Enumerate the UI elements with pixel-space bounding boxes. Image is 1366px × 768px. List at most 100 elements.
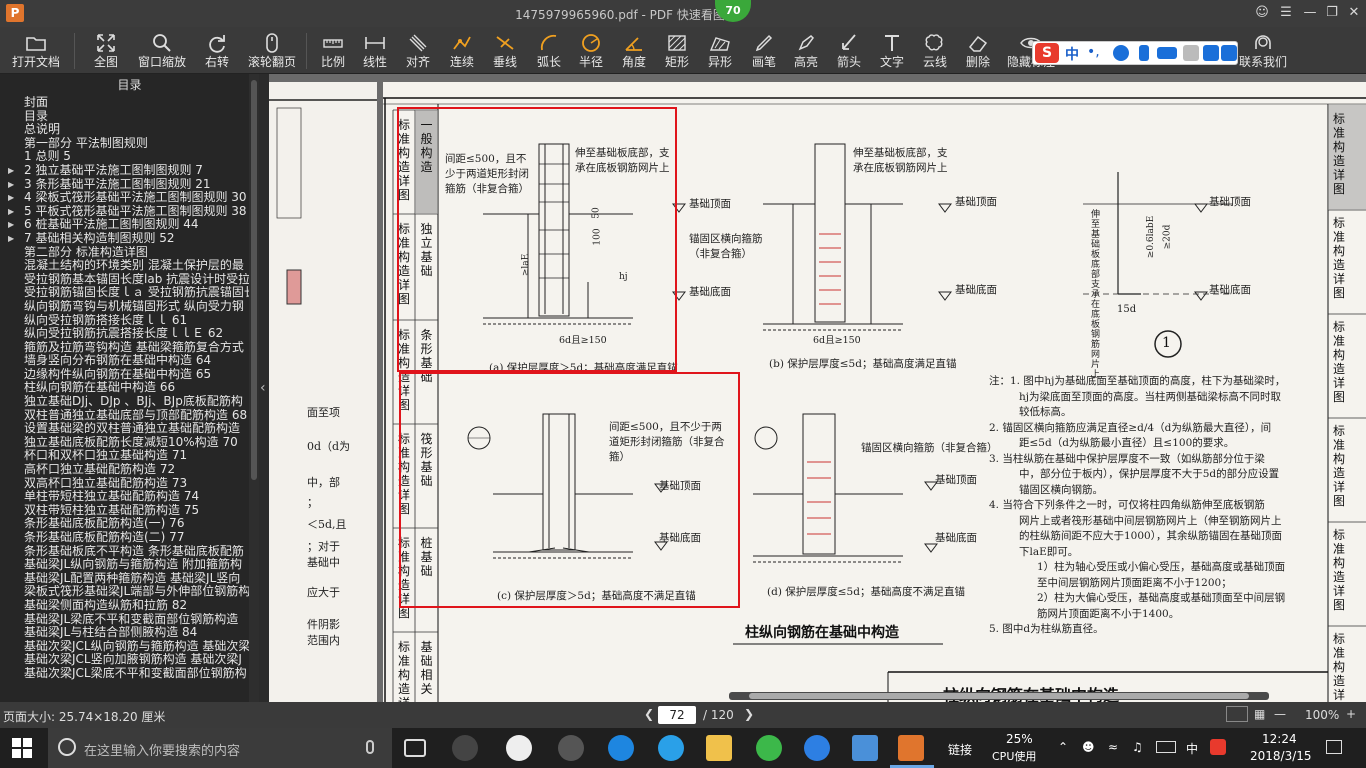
side-tab-label[interactable]: 标准构造详图 xyxy=(1328,528,1350,612)
toc-item[interactable]: 目录 xyxy=(0,110,259,124)
expand-triangle-icon[interactable]: ▶ xyxy=(8,164,14,178)
prev-page-icon[interactable]: ❮ xyxy=(644,707,654,721)
link-label[interactable]: 链接 xyxy=(948,741,972,758)
expand-triangle-icon[interactable]: ▶ xyxy=(8,178,14,192)
menu-icon[interactable]: ☰ xyxy=(1276,4,1296,22)
windows-start-icon[interactable] xyxy=(12,738,32,758)
toc-item[interactable]: 杯口和双杯口独立基础构造 71 xyxy=(0,449,259,463)
expand-triangle-icon[interactable]: ▶ xyxy=(8,191,14,205)
red-annotation-box[interactable] xyxy=(399,372,740,608)
text-button[interactable]: 文字 xyxy=(872,29,912,73)
internet-explorer-icon[interactable] xyxy=(658,735,684,761)
taskbar-search[interactable]: 在这里输入你要搜索的内容 xyxy=(48,728,392,768)
expand-triangle-icon[interactable]: ▶ xyxy=(8,218,14,232)
toc-item[interactable]: 双柱带短柱独立基础配筋构造 75 xyxy=(0,504,259,518)
toc-item[interactable]: 柱纵向钢筋在基础中构造 66 xyxy=(0,381,259,395)
continuous-button[interactable]: 连续 xyxy=(442,29,482,73)
close-button[interactable]: ✕ xyxy=(1344,4,1364,22)
sogou-browser-icon[interactable] xyxy=(804,735,830,761)
side-tab-label[interactable]: 基础相关 xyxy=(415,640,438,696)
user-icon[interactable]: ☺ xyxy=(1252,4,1272,22)
side-tab-label[interactable]: 标准构造详图 xyxy=(393,640,415,702)
file-explorer-icon[interactable] xyxy=(706,735,732,761)
align-button[interactable]: 对齐 xyxy=(398,29,438,73)
toc-item[interactable]: 基础梁侧面构造纵筋和拉筋 82 xyxy=(0,599,259,613)
toc-scrollbar[interactable] xyxy=(249,74,259,702)
irregular-button[interactable]: 异形 xyxy=(700,29,740,73)
wrench-icon[interactable] xyxy=(1221,45,1237,61)
sogou-tray-icon[interactable] xyxy=(1210,739,1226,755)
highlight-button[interactable]: 高亮 xyxy=(784,29,828,73)
toc-item[interactable]: 条形基础底板配筋构造(一) 76 xyxy=(0,517,259,531)
toc-item[interactable]: 基础次梁JCL梁底不平和变截面部位钢筋构 xyxy=(0,667,259,681)
360-browser-icon[interactable] xyxy=(558,735,584,761)
zoom-out-icon[interactable]: — xyxy=(1274,707,1286,721)
arrow-button[interactable]: 箭头 xyxy=(830,29,868,73)
zoom-in-icon[interactable]: + xyxy=(1346,707,1356,721)
single-page-view-icon[interactable] xyxy=(1226,706,1248,722)
delete-button[interactable]: 删除 xyxy=(958,29,998,73)
side-tab-label[interactable]: 标准构造详图 xyxy=(1328,216,1350,300)
side-tab-label[interactable]: 标准构造详图 xyxy=(1328,112,1350,196)
page-number-input[interactable]: 72 xyxy=(658,706,696,724)
ie-alt-icon[interactable] xyxy=(506,735,532,761)
toc-item[interactable]: 墙身竖向分布钢筋在基础中构造 64 xyxy=(0,354,259,368)
toc-item[interactable]: 高杯口独立基础配筋构造 72 xyxy=(0,463,259,477)
tray-expand-icon[interactable]: ⌃ xyxy=(1058,740,1068,754)
toc-item[interactable]: ▶ 4 梁板式筏形基础平法施工图制图规则 30 xyxy=(0,191,259,205)
mic-icon[interactable] xyxy=(366,740,374,754)
toc-item[interactable]: ▶ 6 桩基础平法施工图制图规则 44 xyxy=(0,218,259,232)
people-icon[interactable]: ☻ xyxy=(1082,740,1095,754)
linear-button[interactable]: 线性 xyxy=(356,29,394,73)
window-zoom-button[interactable]: 窗口缩放 xyxy=(134,29,190,73)
toc-item[interactable]: 第一部分 平法制图规则 xyxy=(0,137,259,151)
arc-length-button[interactable]: 弧长 xyxy=(528,29,570,73)
security-app-icon[interactable] xyxy=(756,735,782,761)
toc-item[interactable]: ▶ 3 条形基础平法施工图制图规则 21 xyxy=(0,178,259,192)
toc-item[interactable]: 单柱带短柱独立基础配筋构造 74 xyxy=(0,490,259,504)
pen-button[interactable]: 画笔 xyxy=(744,29,784,73)
edge-icon[interactable] xyxy=(608,735,634,761)
toc-item[interactable]: 双高杯口独立基础配筋构造 73 xyxy=(0,477,259,491)
scroll-page-button[interactable]: 滚轮翻页 xyxy=(244,29,300,73)
collapse-chevron-icon[interactable]: ‹ xyxy=(260,380,266,396)
toc-item[interactable]: 纵向受拉钢筋搭接长度ｌｌ 61 xyxy=(0,314,259,328)
toc-item[interactable]: 封面 xyxy=(0,96,259,110)
toc-item[interactable]: ▶ 5 平板式筏形基础平法施工图制图规则 38 xyxy=(0,205,259,219)
angle-button[interactable]: 角度 xyxy=(614,29,654,73)
toc-item[interactable]: 基础梁JL与柱结合部侧腋构造 84 xyxy=(0,626,259,640)
toc-item[interactable]: 受拉钢筋锚固长度ｌａ 受拉钢筋抗震锚固长 xyxy=(0,286,259,300)
ime-indicator[interactable]: 中 xyxy=(1186,740,1198,757)
radius-button[interactable]: 半径 xyxy=(572,29,610,73)
minimize-button[interactable]: — xyxy=(1300,4,1320,22)
toc-item[interactable]: 双柱普通独立基础底部与顶部配筋构造 68 xyxy=(0,409,259,423)
toc-item[interactable]: 基础次梁JCL竖向加腋钢筋构造 基础次梁J xyxy=(0,653,259,667)
side-tab-label[interactable]: 标准构造详图 xyxy=(1328,632,1350,702)
horizontal-scroll-thumb[interactable] xyxy=(749,693,1249,699)
toc-scroll-thumb[interactable] xyxy=(251,80,257,480)
pinwheel-app-icon[interactable] xyxy=(452,735,478,761)
toc-item[interactable]: 梁板式筏形基础梁JL端部与外伸部位钢筋构 xyxy=(0,585,259,599)
emoji-icon[interactable] xyxy=(1113,45,1129,61)
toc-item[interactable]: 独立基础底板配筋长度减短10%构造 70 xyxy=(0,436,259,450)
keyboard-icon[interactable] xyxy=(1157,47,1177,59)
toc-item[interactable]: ▶ 2 独立基础平法施工图制图规则 7 xyxy=(0,164,259,178)
ime-toolbar[interactable]: S 中 •, xyxy=(1032,41,1238,65)
sidebar-splitter[interactable]: ‹ xyxy=(259,74,269,702)
toc-item[interactable]: 受拉钢筋基本锚固长度lab 抗震设计时受拉 xyxy=(0,273,259,287)
rotate-right-button[interactable]: 右转 xyxy=(200,29,234,73)
toc-item[interactable]: 边缘构件纵向钢筋在基础中构造 65 xyxy=(0,368,259,382)
ime-punctuation[interactable]: •, xyxy=(1087,44,1100,60)
expand-triangle-icon[interactable]: ▶ xyxy=(8,205,14,219)
scale-button[interactable]: 比例 xyxy=(312,29,354,73)
toc-item[interactable]: 混凝土结构的环境类别 混凝土保护层的最 xyxy=(0,259,259,273)
toc-item[interactable]: 总说明 xyxy=(0,123,259,137)
next-page-icon[interactable]: ❯ xyxy=(744,707,754,721)
maximize-button[interactable]: ❐ xyxy=(1322,4,1342,22)
toc-item[interactable]: 条形基础底板配筋构造(二) 77 xyxy=(0,531,259,545)
clock-date[interactable]: 2018/3/15 xyxy=(1250,749,1312,763)
image-viewer-icon[interactable] xyxy=(852,735,878,761)
open-file-button[interactable]: 打开文档 xyxy=(4,29,68,73)
toc-item[interactable]: 基础梁JL纵向钢筋与箍筋构造 附加箍筋构 xyxy=(0,558,259,572)
toc-item[interactable]: 1 总则 5 xyxy=(0,150,259,164)
